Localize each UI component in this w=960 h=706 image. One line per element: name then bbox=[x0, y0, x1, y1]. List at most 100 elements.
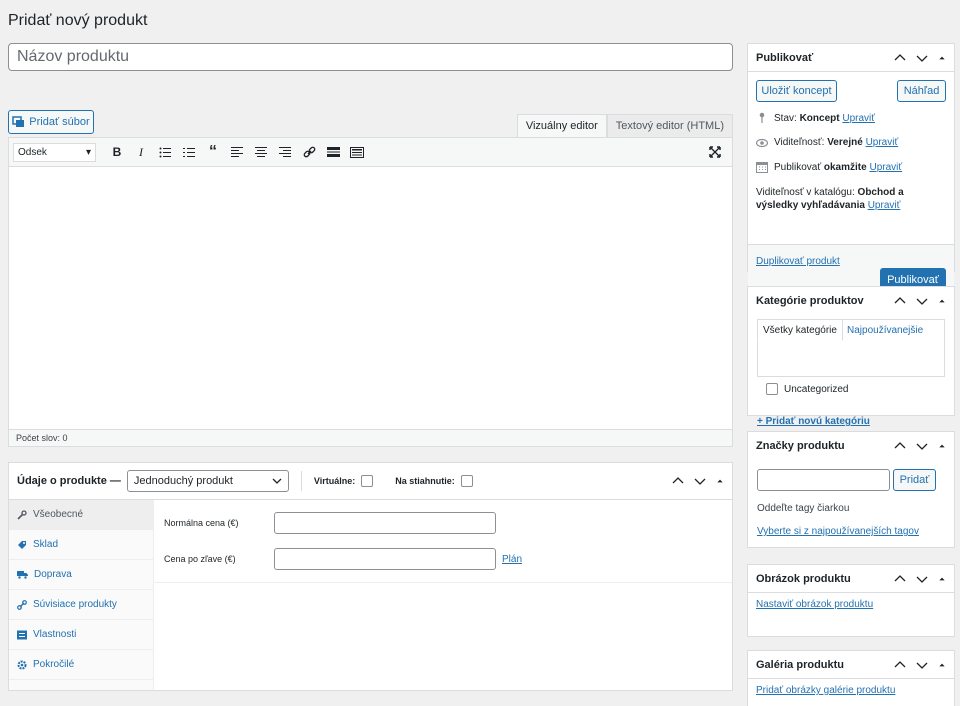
move-down-icon[interactable] bbox=[916, 659, 928, 671]
calendar-icon bbox=[756, 162, 768, 173]
toolbar-toggle-icon[interactable] bbox=[348, 143, 366, 161]
move-down-icon[interactable] bbox=[694, 475, 706, 487]
tab-visual-editor[interactable]: Vizuálny editor bbox=[516, 114, 607, 137]
schedule-link[interactable]: Plán bbox=[502, 554, 522, 565]
divider bbox=[300, 471, 302, 491]
regular-price-row: Normálna cena (€) bbox=[154, 505, 732, 541]
publish-value: okamžite bbox=[823, 161, 867, 173]
move-down-icon[interactable] bbox=[916, 295, 928, 307]
add-tag-button[interactable]: Pridať bbox=[893, 469, 936, 491]
downloadable-checkbox[interactable] bbox=[460, 475, 473, 487]
caret-down-icon: ▾ bbox=[85, 146, 91, 158]
bold-icon[interactable]: B bbox=[108, 143, 126, 161]
category-checkbox[interactable] bbox=[766, 383, 778, 395]
tab-advanced[interactable]: Pokročilé bbox=[9, 650, 153, 680]
move-up-icon[interactable] bbox=[894, 440, 906, 452]
move-up-icon[interactable] bbox=[894, 295, 906, 307]
collapse-icon[interactable] bbox=[938, 440, 946, 452]
product-data-title: Údaje o produkte — bbox=[17, 475, 121, 487]
add-media-button[interactable]: Pridať súbor bbox=[8, 110, 94, 134]
align-left-icon[interactable] bbox=[228, 143, 246, 161]
blockquote-icon[interactable]: “ bbox=[204, 143, 222, 161]
wrench-icon bbox=[17, 509, 27, 520]
visibility-row: Viditeľnosť: Verejné Upraviť bbox=[756, 137, 946, 148]
general-panel: Normálna cena (€) Cena po zľave (€) Plán bbox=[154, 500, 732, 690]
save-draft-button[interactable]: Uložiť koncept bbox=[756, 80, 837, 102]
collapse-icon[interactable] bbox=[938, 295, 946, 307]
align-right-icon[interactable] bbox=[276, 143, 294, 161]
box-controls bbox=[894, 295, 946, 307]
tab-shipping[interactable]: Doprava bbox=[9, 560, 153, 590]
move-up-icon[interactable] bbox=[672, 475, 684, 487]
edit-visibility-link[interactable]: Upraviť bbox=[866, 137, 899, 148]
product-data-tabs: Všeobecné Sklad Doprava Súvisiace produk… bbox=[9, 500, 154, 690]
move-down-icon[interactable] bbox=[916, 573, 928, 585]
regular-price-label: Normálna cena (€) bbox=[164, 518, 239, 528]
bullet-list-icon[interactable] bbox=[156, 143, 174, 161]
edit-date-link[interactable]: Upraviť bbox=[869, 162, 902, 173]
virtual-checkbox[interactable] bbox=[361, 475, 374, 487]
product-title-input[interactable] bbox=[8, 43, 733, 71]
categories-header: Kategórie produktov bbox=[748, 287, 954, 315]
edit-status-link[interactable]: Upraviť bbox=[842, 113, 875, 124]
numbered-list-icon[interactable] bbox=[180, 143, 198, 161]
collapse-icon[interactable] bbox=[938, 659, 946, 671]
read-more-icon[interactable] bbox=[324, 143, 342, 161]
move-up-icon[interactable] bbox=[894, 573, 906, 585]
add-category-link[interactable]: + Pridať novú kategóriu bbox=[757, 416, 870, 427]
move-down-icon[interactable] bbox=[916, 440, 928, 452]
tab-general[interactable]: Všeobecné bbox=[9, 500, 153, 530]
tab-text-editor[interactable]: Textový editor (HTML) bbox=[606, 114, 733, 137]
editor-content-area[interactable] bbox=[9, 167, 732, 429]
status-label: Stav: bbox=[774, 112, 797, 124]
tab-label: Vlastnosti bbox=[33, 629, 77, 640]
link-icon[interactable] bbox=[300, 143, 318, 161]
edit-catalog-link[interactable]: Upraviť bbox=[868, 200, 901, 211]
duplicate-product-link[interactable]: Duplikovať produkt bbox=[756, 256, 840, 267]
category-item: Uncategorized bbox=[766, 383, 848, 395]
visibility-value: Verejné bbox=[827, 137, 863, 148]
tab-inventory[interactable]: Sklad bbox=[9, 530, 153, 560]
collapse-icon[interactable] bbox=[938, 52, 946, 64]
set-product-image-link[interactable]: Nastaviť obrázok produktu bbox=[756, 599, 873, 610]
preview-button[interactable]: Náhľad bbox=[897, 80, 946, 102]
tab-linked-products[interactable]: Súvisiace produkty bbox=[9, 590, 153, 620]
page-title: Pridať nový produkt bbox=[8, 12, 148, 29]
regular-price-input[interactable] bbox=[274, 512, 496, 534]
move-down-icon[interactable] bbox=[916, 52, 928, 64]
content-editor: Odsek ▾ B I “ Počet slov: 0 bbox=[8, 137, 733, 447]
choose-tags-link[interactable]: Vyberte si z najpoužívanejších tagov bbox=[757, 526, 919, 537]
format-value: Odsek bbox=[18, 146, 47, 158]
fullscreen-icon[interactable] bbox=[706, 143, 724, 161]
tag-icon bbox=[18, 540, 26, 549]
product-image-box: Obrázok produktu Nastaviť obrázok produk… bbox=[747, 564, 955, 637]
product-image-title: Obrázok produktu bbox=[756, 572, 851, 585]
collapse-icon[interactable] bbox=[716, 475, 724, 487]
publish-label: Publikovať bbox=[774, 161, 822, 173]
sale-price-input[interactable] bbox=[274, 548, 496, 570]
add-gallery-images-link[interactable]: Pridať obrázky galérie produktu bbox=[756, 685, 895, 696]
move-up-icon[interactable] bbox=[894, 52, 906, 64]
box-controls bbox=[894, 440, 946, 452]
product-data-body: Všeobecné Sklad Doprava Súvisiace produk… bbox=[9, 500, 732, 690]
tab-attributes[interactable]: Vlastnosti bbox=[9, 620, 153, 650]
tab-label: Doprava bbox=[34, 569, 72, 580]
link-icon bbox=[17, 599, 27, 610]
tab-all-categories[interactable]: Všetky kategórie bbox=[757, 319, 843, 341]
tab-popular-categories[interactable]: Najpoužívanejšie bbox=[847, 319, 923, 341]
product-data-box: Údaje o produkte — Jednoduchý produkt Vi… bbox=[8, 462, 733, 691]
pin-icon bbox=[759, 112, 765, 123]
catalog-label: Viditeľnosť v katalógu: bbox=[756, 187, 855, 198]
italic-icon[interactable]: I bbox=[132, 143, 150, 161]
collapse-icon[interactable] bbox=[938, 573, 946, 585]
product-type-select[interactable]: Jednoduchý produkt bbox=[126, 470, 289, 492]
tag-input[interactable] bbox=[757, 469, 890, 491]
sale-price-row: Cena po zľave (€) Plán bbox=[154, 541, 732, 577]
move-up-icon[interactable] bbox=[894, 659, 906, 671]
format-select[interactable]: Odsek ▾ bbox=[13, 142, 96, 162]
media-icon bbox=[12, 116, 25, 127]
align-center-icon[interactable] bbox=[252, 143, 270, 161]
product-image-header: Obrázok produktu bbox=[748, 565, 954, 593]
catalog-visibility-row: Viditeľnosť v katalógu: Obchod a výsledk… bbox=[756, 186, 946, 212]
tab-label: Sklad bbox=[33, 539, 59, 550]
